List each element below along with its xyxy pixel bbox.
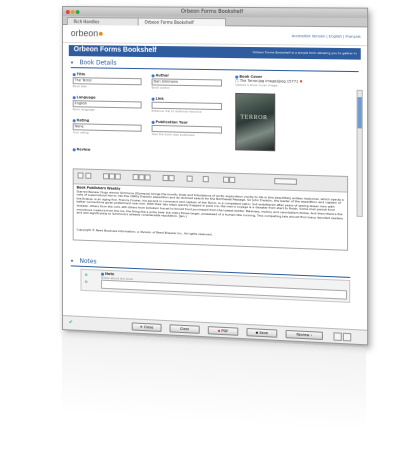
review-content[interactable]: Book Publishers Weekly Starred Review. H… [74, 184, 347, 243]
insert-link-icon[interactable] [186, 175, 193, 182]
page-header: orbeon● Accessible Version | English | F… [62, 25, 368, 47]
link-label: Link [152, 97, 164, 101]
remove-cover-icon[interactable]: ✖ [300, 80, 303, 84]
header-links[interactable]: Accessible Version | English | Français [292, 34, 361, 39]
remove-note-icon[interactable]: ⊖ [84, 279, 87, 284]
note-textarea[interactable] [101, 279, 348, 300]
screenshot-perspective: Orbeon Forms Bookshelf Rich Handles Orbe… [62, 6, 369, 446]
review-label: Review [73, 147, 91, 151]
cover-size: 15771 [286, 79, 299, 84]
close-window-icon[interactable] [65, 10, 70, 15]
font-size-icon[interactable] [85, 172, 92, 179]
clear-button[interactable]: Clear [169, 324, 200, 334]
book-details-heading-text: Book Details [79, 59, 117, 67]
author-hint: Book author [151, 85, 170, 90]
link-field: Link External link to external resource [151, 97, 223, 115]
rating-hint: Your rating [72, 130, 89, 135]
cover-field: Book Cover ▢ The Terror.jpg image/jpeg 1… [235, 75, 338, 89]
clear-button-label: Clear [180, 326, 190, 332]
form-subtitle: Orbeon Forms Bookshelf is a simple form … [252, 50, 357, 56]
paragraph-style-select[interactable] [274, 178, 297, 185]
minimize-window-icon[interactable] [70, 10, 75, 15]
notes-heading-text: Notes [79, 257, 97, 266]
title-hint: Book title [72, 84, 87, 89]
scrollbar-thumb[interactable] [357, 97, 362, 129]
cover-caption: Upload a book cover image [235, 82, 278, 88]
font-family-icon[interactable] [77, 172, 84, 179]
underline-icon[interactable] [114, 173, 121, 180]
review-field: Review [73, 147, 142, 153]
book-details-form: Title The Terror Book title Author Dan S… [71, 68, 359, 178]
close-button-icon: ✕ [139, 324, 143, 330]
rating-label: Rating [73, 118, 90, 122]
close-button[interactable]: ✕ Close [131, 322, 162, 332]
numbered-list-icon[interactable] [168, 175, 175, 182]
review-button-label: Review [296, 332, 310, 338]
pdf-button-label: PDF [221, 328, 229, 334]
save-icon: ▪ [255, 330, 259, 335]
language-hint: Book language [72, 107, 95, 112]
form-page: orbeon● Accessible Version | English | F… [62, 25, 368, 346]
form-banner: Orbeon Forms Bookshelf Orbeon Forms Book… [68, 45, 361, 60]
page-scrollbar[interactable] [356, 89, 363, 218]
logo-mark-icon: ● [98, 28, 104, 39]
author-label: Author [152, 73, 169, 77]
align-right-icon[interactable] [144, 174, 151, 181]
browser-window: Orbeon Forms Bookshelf Rich Handles Orbe… [62, 6, 369, 346]
notes-section: ▾ Notes ⊕ ⊖ Note Notes about the book [70, 257, 351, 303]
zoom-window-icon[interactable] [75, 10, 80, 15]
notes-collapse-arrow-icon[interactable]: ▾ [71, 258, 73, 264]
valid-check-icon: ✔ [68, 319, 73, 326]
year-hint: Year the book was published [151, 132, 195, 138]
title-label: Title [73, 72, 86, 76]
collapse-arrow-icon[interactable]: ▾ [71, 60, 73, 66]
year-label: Publication Year [152, 120, 188, 125]
redo-icon[interactable] [229, 176, 236, 184]
showcase-stage: Orbeon Forms Bookshelf Rich Handles Orbe… [0, 0, 400, 454]
language-label: Language [73, 95, 96, 99]
title-field: Title The Terror Book title [72, 72, 142, 89]
pdf-button[interactable]: ▪ PDF [207, 326, 239, 336]
add-note-icon[interactable]: ⊕ [84, 272, 87, 277]
review-button[interactable]: Review › [285, 329, 323, 341]
book-cover-image: TERROR [235, 92, 276, 152]
view-icon-2[interactable] [342, 332, 352, 342]
link-hint: External link to external resource [151, 108, 202, 114]
language-field: Language English Book language [72, 95, 142, 112]
author-field: Author Dan Simmons Book author [151, 73, 223, 90]
orbeon-logo: orbeon● [71, 28, 104, 38]
form-title: Orbeon Forms Bookshelf [73, 46, 157, 55]
rating-field: Rating None Your rating [72, 118, 142, 136]
window-reflection [62, 332, 367, 431]
pdf-icon: ▪ [217, 328, 221, 333]
review-arrow-icon: › [310, 333, 313, 338]
review-editor[interactable]: Book Publishers Weekly Starred Review. H… [72, 168, 349, 251]
window-title: Orbeon Forms Bookshelf [180, 8, 244, 16]
save-button[interactable]: ▪ Save [246, 328, 278, 338]
view-icon-1[interactable] [333, 332, 342, 341]
save-button-label: Save [259, 330, 269, 336]
close-button-label: Close [143, 325, 154, 330]
insert-image-icon[interactable] [202, 175, 209, 183]
year-field: Publication Year Year the book was publi… [151, 120, 223, 138]
logo-text: orbeon [70, 28, 99, 39]
cover-art-text: TERROR [240, 114, 268, 122]
